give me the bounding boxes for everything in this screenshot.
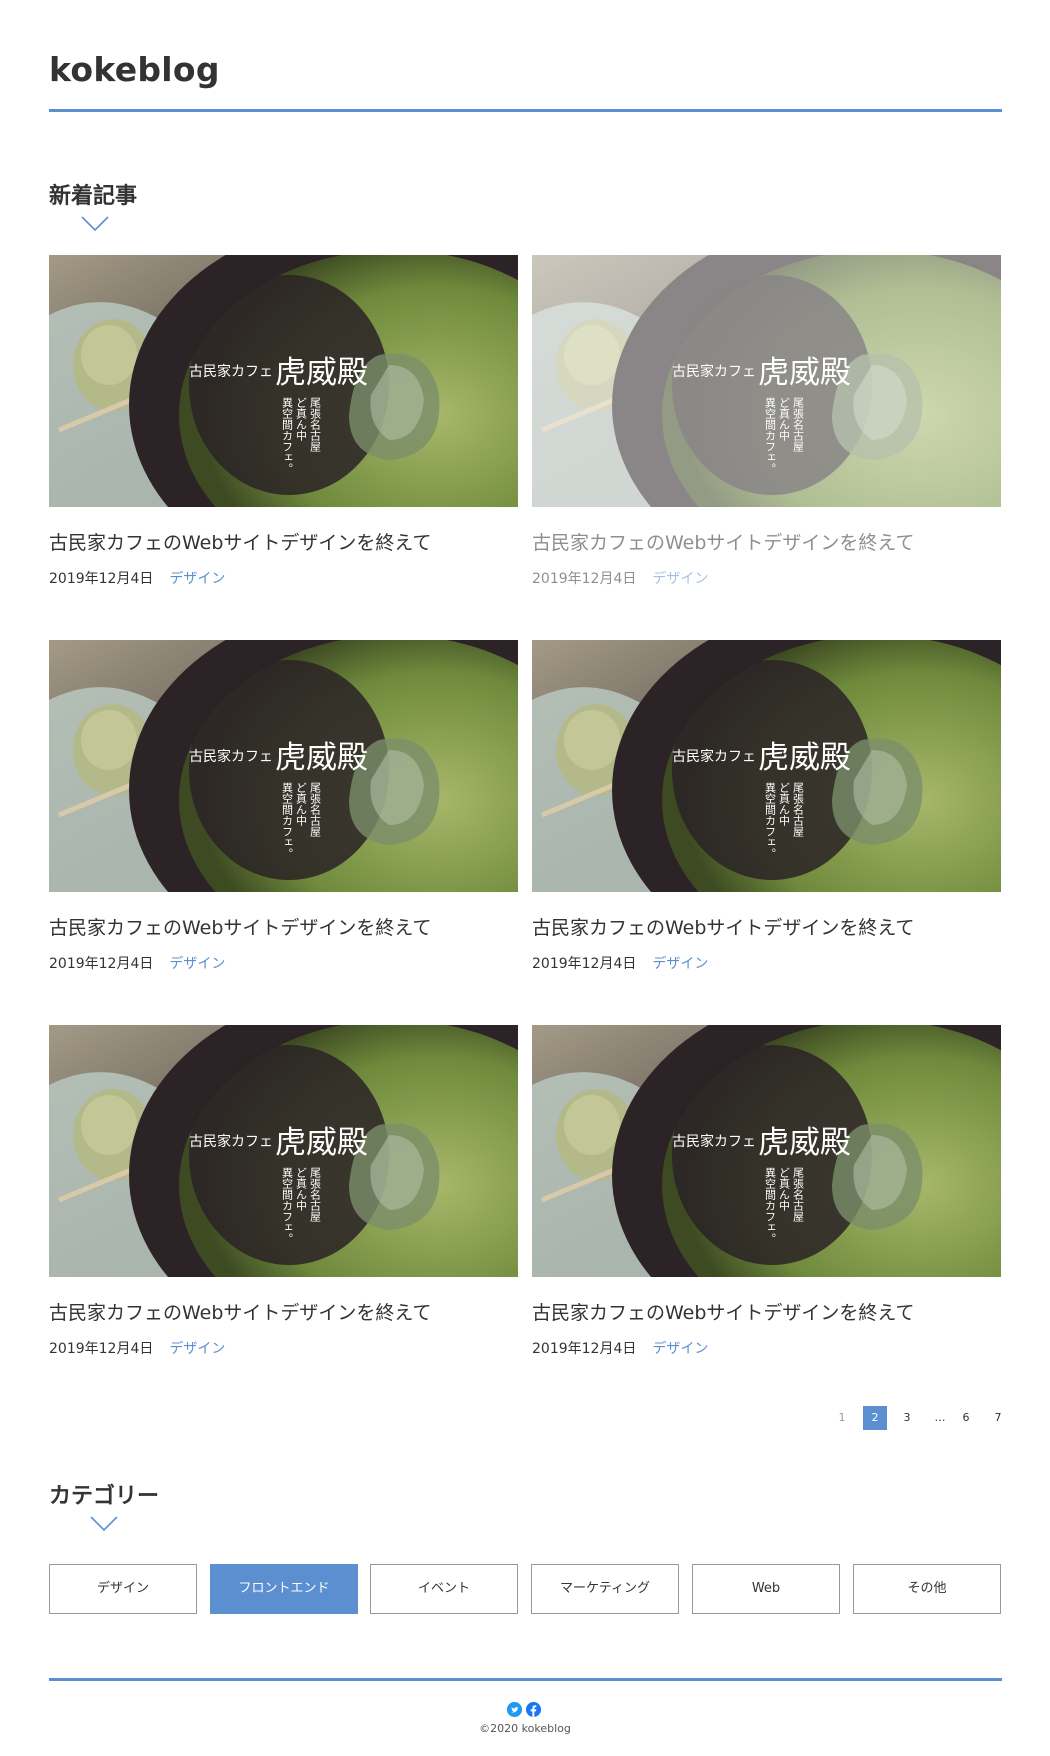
post-title[interactable]: 古民家カフェのWebサイトデザインを終えて: [532, 528, 914, 555]
post-date: 2019年12月4日: [532, 571, 637, 587]
thumbnail-title-text: 虎威殿: [275, 740, 368, 776]
category-button-web[interactable]: Web: [692, 1564, 840, 1614]
post-thumbnail[interactable]: 古民家カフェ 虎威殿 尾張名古屋ど真ん中異空間カフェ。: [532, 255, 1001, 507]
post-date: 2019年12月4日: [49, 1341, 154, 1357]
post-date: 2019年12月4日: [49, 571, 154, 587]
footer-divider: [49, 1678, 1002, 1681]
thumbnail-tagline-line: 尾張名古屋: [309, 397, 322, 453]
thumbnail-tagline-line: 異空間カフェ。: [764, 1167, 777, 1244]
post-date: 2019年12月4日: [532, 1341, 637, 1357]
thumbnail-title-text: 虎威殿: [758, 740, 851, 776]
post-card[interactable]: 古民家カフェ 虎威殿 尾張名古屋 ど真ん中 異空間カフェ。 古民家カフェのWebサイ…: [49, 1025, 518, 1358]
thumbnail-tagline-line: 異空間カフェ。: [281, 1167, 294, 1244]
post-date: 2019年12月4日: [49, 956, 154, 972]
latest-posts-heading: 新着記事: [49, 184, 138, 209]
thumbnail-tagline-line: ど真ん中: [778, 782, 791, 826]
thumbnail-tagline-line: 異空間カフェ。: [281, 782, 294, 859]
thumbnail-prefix-text: 古民家カフェ: [672, 1133, 756, 1150]
thumbnail-tagline-line: 尾張名古屋: [792, 397, 805, 453]
facebook-icon[interactable]: [526, 1702, 541, 1717]
post-meta: 2019年12月4日 デザイン: [532, 953, 708, 973]
thumbnail-tagline-line: 尾張名古屋: [792, 1167, 805, 1223]
page-link[interactable]: 1: [830, 1406, 854, 1430]
page-link-current[interactable]: 2: [863, 1406, 887, 1430]
site-title[interactable]: kokeblog: [49, 50, 1002, 89]
post-thumbnail-wrapper[interactable]: 古民家カフェ 虎威殿 尾張名古屋 ど真ん中 異空間カフェ。: [49, 255, 518, 507]
thumbnail-tagline-line: 尾張名古屋: [309, 782, 322, 838]
post-card[interactable]: 古民家カフェ 虎威殿 尾張名古屋 ど真ん中 異空間カフェ。 古民家カフェのWebサイ…: [532, 640, 1001, 973]
post-card[interactable]: 古民家カフェ 虎威殿 尾張名古屋 ど真ん中 異空間カフェ。 古民家カフェのWebサイ…: [49, 640, 518, 973]
thumbnail-tagline-line: 尾張名古屋: [309, 1167, 322, 1223]
category-button-frontend[interactable]: フロントエンド: [210, 1564, 358, 1614]
page-link[interactable]: 7: [986, 1406, 1010, 1430]
post-category-link[interactable]: デザイン: [652, 1341, 708, 1357]
post-meta: 2019年12月4日 デザイン: [49, 953, 225, 973]
post-thumbnail[interactable]: 古民家カフェ 虎威殿 尾張名古屋ど真ん中異空間カフェ。: [532, 1025, 1001, 1277]
post-category-link[interactable]: デザイン: [169, 956, 225, 972]
chevron-down-icon: [90, 1516, 118, 1532]
post-thumbnail[interactable]: 古民家カフェ 虎威殿 尾張名古屋ど真ん中異空間カフェ。: [49, 1025, 518, 1277]
post-meta: 2019年12月4日 デザイン: [49, 1338, 225, 1358]
thumbnail-tagline-line: ど真ん中: [295, 397, 308, 441]
post-category-link[interactable]: デザイン: [652, 956, 708, 972]
post-meta: 2019年12月4日 デザイン: [532, 568, 708, 588]
thumbnail-tagline-line: ど真ん中: [295, 1167, 308, 1211]
social-links: [507, 1702, 543, 1718]
post-thumbnail-wrapper[interactable]: 古民家カフェ 虎威殿 尾張名古屋 ど真ん中 異空間カフェ。: [532, 640, 1001, 892]
category-button-design[interactable]: デザイン: [49, 1564, 197, 1614]
post-thumbnail-wrapper[interactable]: 古民家カフェ 虎威殿 尾張名古屋 ど真ん中 異空間カフェ。: [532, 1025, 1001, 1277]
category-button-event[interactable]: イベント: [370, 1564, 518, 1614]
post-category-link[interactable]: デザイン: [169, 571, 225, 587]
post-thumbnail-wrapper[interactable]: 古民家カフェ 虎威殿 尾張名古屋 ど真ん中 異空間カフェ。: [49, 640, 518, 892]
post-category-link[interactable]: デザイン: [652, 571, 708, 587]
pagination: 1 2 3 … 6 7: [830, 1406, 1002, 1430]
twitter-icon[interactable]: [507, 1702, 522, 1717]
post-card[interactable]: 古民家カフェ 虎威殿 尾張名古屋 ど真ん中 異空間カフェ。 古民家カフェのWebサイ…: [532, 1025, 1001, 1358]
post-title[interactable]: 古民家カフェのWebサイトデザインを終えて: [532, 1298, 914, 1325]
page-link[interactable]: 6: [954, 1406, 978, 1430]
page-ellipsis: …: [934, 1411, 946, 1424]
thumbnail-prefix-text: 古民家カフェ: [672, 363, 756, 380]
site-header: kokeblog: [49, 50, 1002, 112]
post-title[interactable]: 古民家カフェのWebサイトデザインを終えて: [49, 1298, 431, 1325]
post-meta: 2019年12月4日 デザイン: [532, 1338, 708, 1358]
chevron-down-icon: [81, 216, 109, 232]
page-link[interactable]: 3: [895, 1406, 919, 1430]
post-title[interactable]: 古民家カフェのWebサイトデザインを終えて: [49, 913, 431, 940]
post-thumbnail[interactable]: 古民家カフェ 虎威殿 尾張名古屋ど真ん中異空間カフェ。: [49, 640, 518, 892]
category-button-marketing[interactable]: マーケティング: [531, 1564, 679, 1614]
thumbnail-tagline-line: ど真ん中: [295, 782, 308, 826]
category-button-other[interactable]: その他: [853, 1564, 1001, 1614]
post-thumbnail-wrapper[interactable]: 古民家カフェ 虎威殿 尾張名古屋 ど真ん中 異空間カフェ。: [49, 1025, 518, 1277]
post-title[interactable]: 古民家カフェのWebサイトデザインを終えて: [49, 528, 431, 555]
post-category-link[interactable]: デザイン: [169, 1341, 225, 1357]
thumbnail-tagline-line: 尾張名古屋: [792, 782, 805, 838]
post-thumbnail[interactable]: 古民家カフェ 虎威殿 尾張名古屋ど真ん中異空間カフェ。: [532, 640, 1001, 892]
thumbnail-tagline-line: ど真ん中: [778, 397, 791, 441]
copyright: ©2020 kokeblog: [479, 1722, 571, 1735]
thumbnail-prefix-text: 古民家カフェ: [189, 1133, 273, 1150]
post-title[interactable]: 古民家カフェのWebサイトデザインを終えて: [532, 913, 914, 940]
thumbnail-prefix-text: 古民家カフェ: [189, 363, 273, 380]
post-meta: 2019年12月4日 デザイン: [49, 568, 225, 588]
thumbnail-tagline-line: 異空間カフェ。: [764, 782, 777, 859]
post-thumbnail[interactable]: 古民家カフェ 虎威殿 尾張名古屋ど真ん中異空間カフェ。: [49, 255, 518, 507]
categories-heading: カテゴリー: [49, 1484, 160, 1509]
thumbnail-tagline-line: ど真ん中: [778, 1167, 791, 1211]
post-date: 2019年12月4日: [532, 956, 637, 972]
post-card[interactable]: 古民家カフェ 虎威殿 尾張名古屋 ど真ん中 異空間カフェ。 古民家カフェのWebサイ…: [532, 255, 1001, 588]
thumbnail-tagline-line: 異空間カフェ。: [281, 397, 294, 474]
thumbnail-tagline-line: 異空間カフェ。: [764, 397, 777, 474]
thumbnail-title-text: 虎威殿: [275, 355, 368, 391]
thumbnail-prefix-text: 古民家カフェ: [189, 748, 273, 765]
post-card[interactable]: 古民家カフェ 虎威殿 尾張名古屋 ど真ん中 異空間カフェ。 古民家カフェのWebサイ…: [49, 255, 518, 588]
thumbnail-title-text: 虎威殿: [275, 1125, 368, 1161]
thumbnail-title-text: 虎威殿: [758, 1125, 851, 1161]
thumbnail-prefix-text: 古民家カフェ: [672, 748, 756, 765]
thumbnail-title-text: 虎威殿: [758, 355, 851, 391]
post-thumbnail-wrapper[interactable]: 古民家カフェ 虎威殿 尾張名古屋 ど真ん中 異空間カフェ。: [532, 255, 1001, 507]
